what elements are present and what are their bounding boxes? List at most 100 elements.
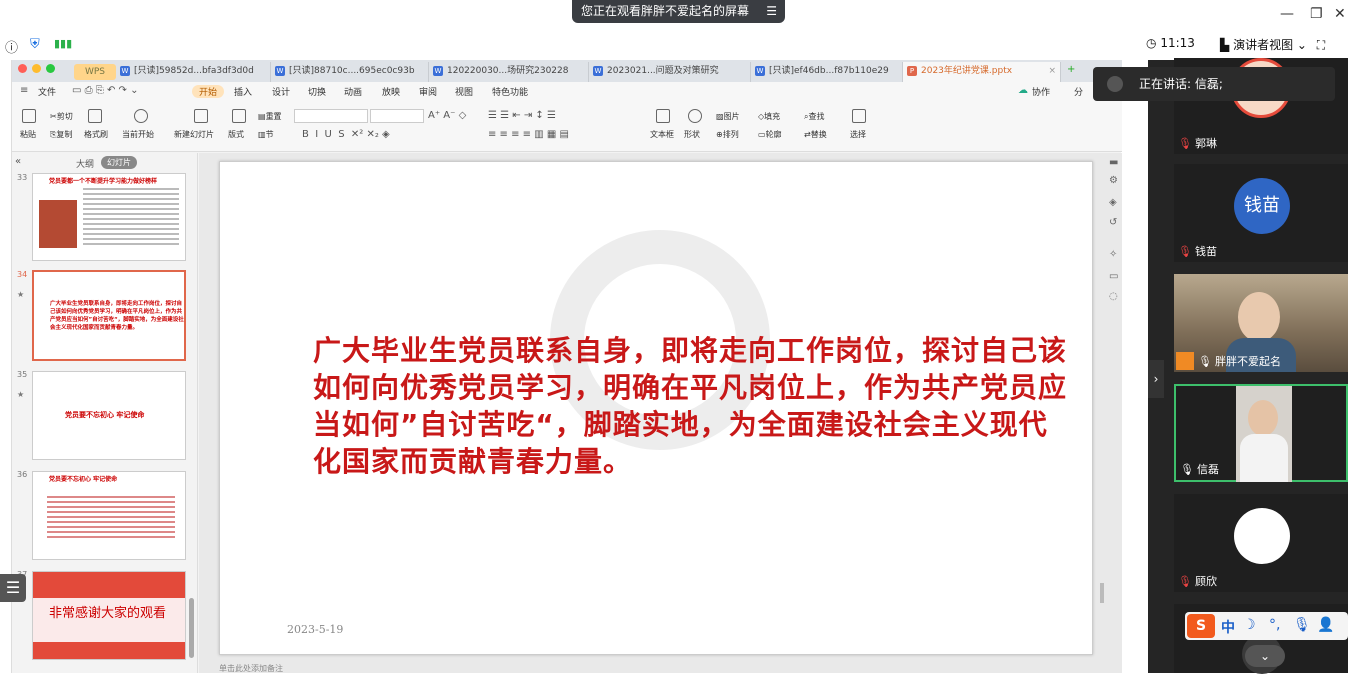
new-slide-icon[interactable] [194,109,208,123]
paste-icon[interactable] [22,109,36,123]
menu-insert[interactable]: 插入 [234,85,252,98]
fill-button[interactable]: ◇填充 [758,111,780,122]
menu-view[interactable]: 视图 [455,85,473,98]
select-icon[interactable] [852,109,866,123]
mac-zoom-icon[interactable] [46,64,55,73]
slide-thumbnail-36[interactable]: 党员要不忘初心 牢记使命 [32,471,186,560]
menu-share[interactable]: 分 [1074,85,1083,98]
mac-minimize-icon[interactable] [32,64,41,73]
textbox-button[interactable]: 文本框 [650,129,674,140]
font-size-adjust-icons[interactable]: A⁺ A⁻ ◇ [428,110,466,121]
paste-button[interactable]: 粘贴 [20,129,36,140]
reset-button[interactable]: ▤重置 [258,111,282,122]
shape-button[interactable]: 形状 [684,129,700,140]
format-brush-icon[interactable] [88,109,102,123]
chevron-down-icon[interactable]: ⌄ [1245,645,1285,667]
microphone-icon[interactable]: 🎙 [1293,617,1311,633]
restore-icon[interactable]: ❐ [1310,6,1323,22]
tab-document[interactable]: W [只读]ef46db...f87b110e29 [751,62,903,82]
slide-thumbnail-35[interactable]: 党员要不忘初心 牢记使命 [32,371,186,460]
ime-lang[interactable]: 中 [1221,617,1235,637]
animation-icon[interactable]: ◈ [1109,197,1117,208]
layout-icon[interactable] [232,109,246,123]
menu-file[interactable]: 文件 [38,85,56,98]
slide-thumbnail-34[interactable]: 广大毕业生党员联系自身，即将走向工作岗位，探讨自己该如何向优秀党员学习，明确在平… [32,270,186,361]
slide-thumbnail-33[interactable]: 党员要都一个不断提升学习能力做好榜样 [32,173,186,261]
menu-icon[interactable]: ☰ [766,0,777,23]
cut-button[interactable]: ✂剪切 [50,111,73,122]
info-icon[interactable]: ⓘ [5,37,18,56]
pin-icon[interactable]: ✧ [1109,249,1117,260]
participant-card[interactable]: 🎙 顾欣 [1174,494,1348,592]
arrange-button[interactable]: ⊕排列 [716,129,739,140]
share-banner[interactable]: 您正在观看胖胖不爱起名的屏幕 ☰ [572,0,785,23]
shape-icon[interactable] [688,109,702,123]
close-tab-icon[interactable]: × [1048,62,1056,80]
fullscreen-icon[interactable]: ⛶ [1317,38,1325,52]
minimize-icon[interactable]: — [1280,6,1294,22]
align-icons[interactable]: ≡ ≡ ≡ ≡ ▥ ▦ ▤ [488,129,569,140]
tab-document[interactable]: W [只读]59852d...bfa3df3d0d [116,62,271,82]
list-icons[interactable]: ☰ ☰ ⇤ ⇥ ↕ ☰ [488,110,556,121]
tab-wps-home[interactable]: WPS [74,64,116,80]
new-slide-button[interactable]: 新建幻灯片 [174,129,214,140]
user-icon[interactable]: 👤 [1317,617,1334,633]
format-brush-button[interactable]: 格式刷 [84,129,108,140]
history-icon[interactable]: ↺ [1109,217,1117,228]
menu-collaborate[interactable]: 协作 [1032,85,1050,98]
collapse-panel-icon[interactable]: « [15,156,21,167]
menu-design[interactable]: 设计 [272,85,290,98]
layout-button[interactable]: 版式 [228,129,244,140]
textbox-icon[interactable] [656,109,670,123]
shield-icon[interactable]: ⛨ [30,37,40,52]
slide-date[interactable]: 2023-5-19 [287,623,343,636]
tab-active-pptx[interactable]: P 2023年纪讲党课.pptx × [903,62,1061,82]
font-family-select[interactable] [294,109,368,123]
menu-special[interactable]: 特色功能 [492,85,528,98]
current-slide[interactable]: 广大毕业生党员联系自身，即将走向工作岗位，探讨自己该如何向优秀党员学习，明确在平… [219,161,1093,655]
canvas-scrollbar[interactable] [1100,583,1104,603]
participant-card[interactable]: 钱苗 🎙 钱苗 [1174,164,1348,262]
menu-review[interactable]: 审阅 [419,85,437,98]
section-button[interactable]: ▥节 [258,129,274,140]
collapse-panel-button[interactable]: › [1148,360,1164,398]
panel-scrollbar[interactable] [189,598,194,658]
slide-body-text[interactable]: 广大毕业生党员联系自身，即将走向工作岗位，探讨自己该如何向优秀党员学习，明确在平… [313,332,1073,480]
copy-button[interactable]: ⎘复制 [50,129,72,140]
comment-icon[interactable]: ▭ [1109,271,1118,282]
participant-card-video[interactable]: 🎙 胖胖不爱起名 [1174,274,1348,372]
tab-document[interactable]: W [只读]88710c....695ec0c93b [271,62,429,82]
tab-document[interactable]: W 120220030...场研究230228 [429,62,589,82]
select-button[interactable]: 选择 [850,129,866,140]
find-button[interactable]: ⌕查找 [804,111,824,122]
menu-animation[interactable]: 动画 [344,85,362,98]
play-icon[interactable] [134,109,148,123]
tab-outline[interactable]: 大纲 [76,157,94,170]
new-tab-icon[interactable]: + [1067,64,1075,75]
help-icon[interactable]: ◌ [1109,291,1118,302]
presenter-view-button[interactable]: ▙ 演讲者视图 ⌄ ⛶ [1220,36,1325,53]
slide-thumbnail-37[interactable]: 非常感谢大家的观看 [32,571,186,660]
menu-transition[interactable]: 切换 [308,85,326,98]
side-toolbar-icon[interactable]: ▬ [1109,157,1118,168]
floating-menu-icon[interactable]: ☰ [0,574,26,602]
close-icon[interactable]: ✕ [1334,6,1346,22]
picture-button[interactable]: ▨图片 [716,111,740,122]
ime-toolbar[interactable]: S 中 ☽ °, 🎙 👤 [1185,612,1348,640]
menu-slideshow[interactable]: 放映 [382,85,400,98]
settings-icon[interactable]: ⚙ [1109,175,1118,186]
mac-close-icon[interactable] [18,64,27,73]
punctuation-icon[interactable]: °, [1269,617,1280,633]
tab-slides[interactable]: 幻灯片 [101,156,137,169]
participant-card-active[interactable]: 🎙 信磊 [1174,384,1348,482]
replace-button[interactable]: ⇄替换 [804,129,827,140]
hamburger-icon[interactable]: ≡ [20,85,28,96]
moon-icon[interactable]: ☽ [1243,617,1256,633]
cloud-sync-icon[interactable]: ☁ [1018,85,1028,96]
outline-button[interactable]: ▭轮廓 [758,129,782,140]
play-current-button[interactable]: 当前开始 [122,129,154,140]
text-format-icons[interactable]: B I U S ✕² ✕₂ ◈ [302,129,390,140]
quick-access-icons[interactable]: ▭ ⎙ ⎘ ↶ ↷ ⌄ [72,85,138,96]
font-size-select[interactable] [370,109,424,123]
menu-home[interactable]: 开始 [192,85,225,98]
